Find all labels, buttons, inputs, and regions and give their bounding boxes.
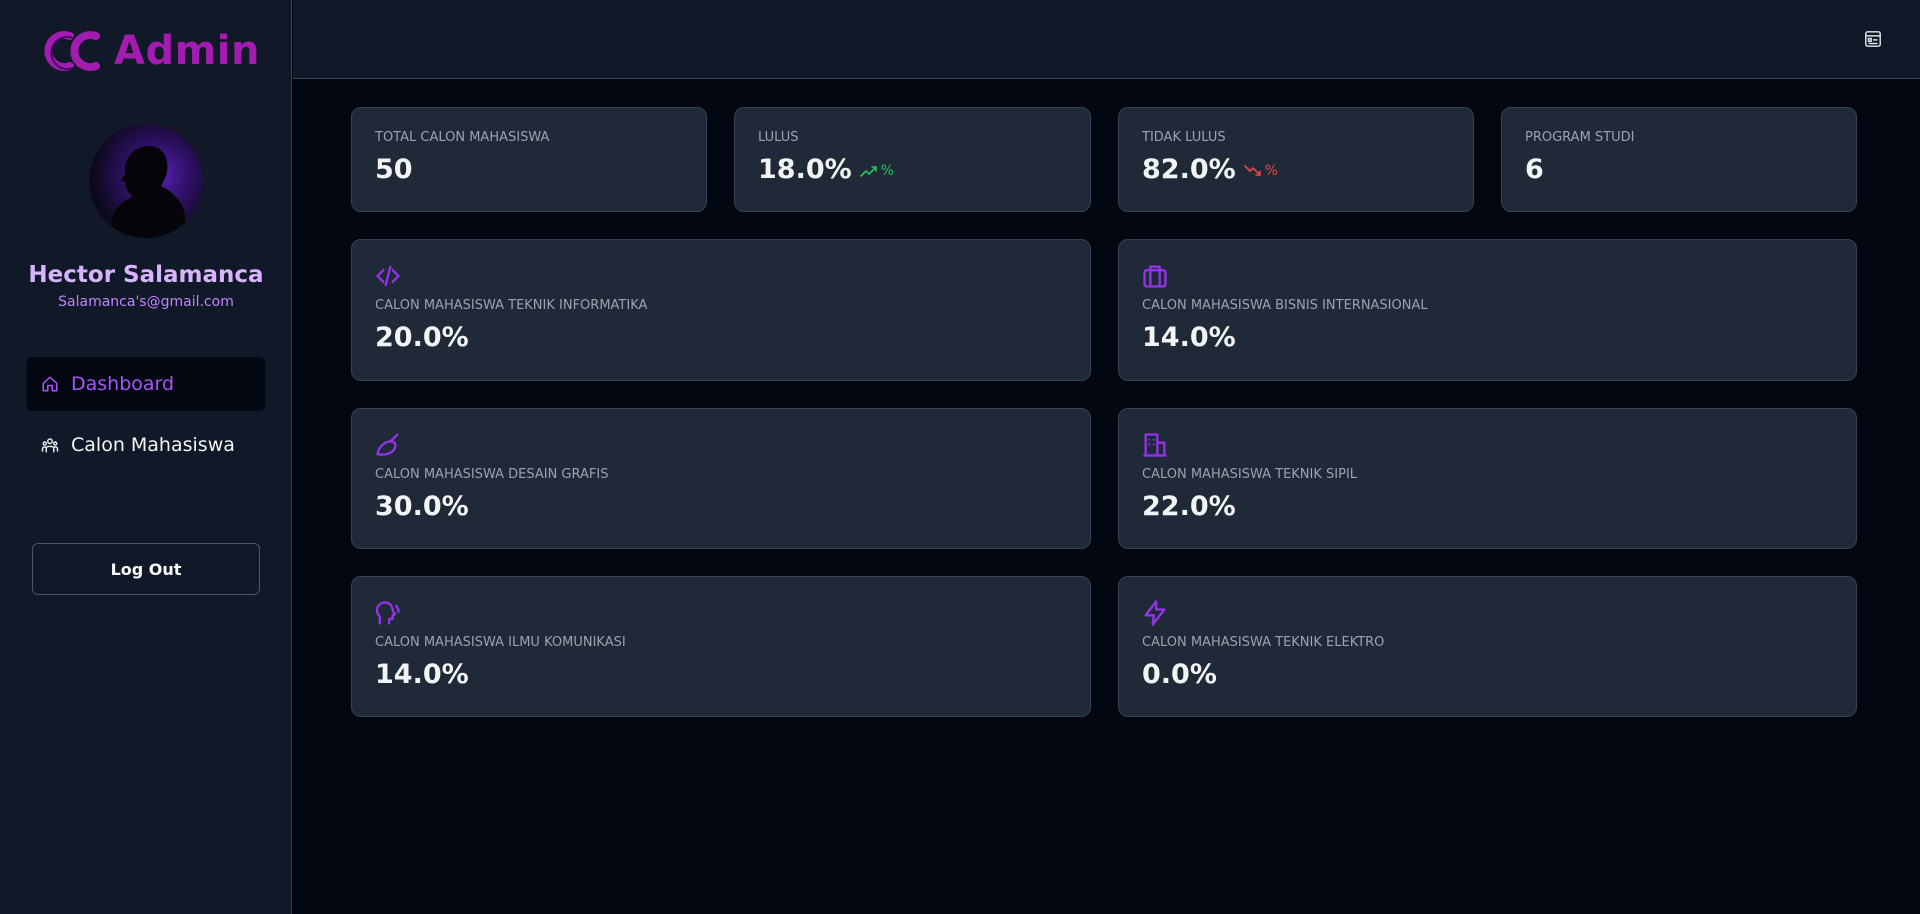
nav-item-dashboard[interactable]: Dashboard [27, 357, 265, 411]
trend-text: % [1264, 162, 1278, 179]
stat-card-tidak-lulus: TIDAK LULUS 82.0% % [1118, 107, 1474, 212]
program-label: CALON MAHASISWA BISNIS INTERNASIONAL [1142, 298, 1428, 313]
nav-item-label: Dashboard [71, 373, 175, 395]
trending-down-icon [1243, 164, 1261, 176]
program-value: 30.0% [375, 491, 469, 522]
stat-label: TIDAK LULUS [1142, 130, 1226, 145]
program-value: 14.0% [1142, 322, 1236, 353]
stat-value: 6 [1525, 154, 1544, 185]
trending-up-icon [859, 165, 877, 177]
app-logo[interactable]: Admin [40, 26, 260, 76]
speaking-head-icon [375, 601, 400, 625]
stat-value: 82.0% [1142, 154, 1236, 185]
stat-label: LULUS [758, 130, 799, 145]
nav-item-calon-mahasiswa[interactable]: Calon Mahasiswa [27, 418, 265, 472]
brush-icon [376, 433, 399, 456]
stat-label: TOTAL CALON MAHASISWA [375, 130, 550, 145]
program-value: 20.0% [375, 322, 469, 353]
program-value: 22.0% [1142, 491, 1236, 522]
stat-value-row: 18.0% % [758, 154, 894, 185]
stat-card-program-studi: PROGRAM STUDI 6 [1501, 107, 1857, 212]
code-icon [376, 265, 400, 287]
trend-up: % [859, 162, 894, 179]
trend-down: % [1243, 162, 1278, 179]
avatar [89, 124, 203, 238]
top-bar [293, 0, 1920, 79]
sidebar: Admin Hector Salamanca Salamanca's@gmail… [0, 0, 292, 914]
logo-text: Admin [114, 28, 260, 74]
briefcase-icon [1143, 265, 1167, 288]
program-card-teknik-informatika: CALON MAHASISWA TEKNIK INFORMATIKA 20.0% [351, 239, 1091, 381]
building-icon [1143, 433, 1167, 457]
program-card-teknik-elektro: CALON MAHASISWA TEKNIK ELEKTRO 0.0% [1118, 576, 1857, 717]
trend-text: % [880, 162, 894, 179]
stat-card-total: TOTAL CALON MAHASISWA 50 [351, 107, 707, 212]
users-icon [41, 438, 59, 453]
profile-name: Hector Salamanca [28, 262, 264, 288]
program-card-ilmu-komunikasi: CALON MAHASISWA ILMU KOMUNIKASI 14.0% [351, 576, 1091, 717]
stat-value: 50 [375, 154, 413, 185]
program-label: CALON MAHASISWA TEKNIK SIPIL [1142, 467, 1358, 482]
program-label: CALON MAHASISWA TEKNIK INFORMATIKA [375, 298, 648, 313]
lightning-icon [1144, 600, 1166, 626]
program-card-teknik-sipil: CALON MAHASISWA TEKNIK SIPIL 22.0% [1118, 408, 1857, 549]
stat-card-lulus: LULUS 18.0% % [734, 107, 1091, 212]
list-box-icon[interactable] [1864, 30, 1882, 48]
profile-email: Salamanca's@gmail.com [58, 294, 234, 310]
person-silhouette-icon [109, 146, 185, 238]
program-value: 0.0% [1142, 659, 1217, 690]
logout-button[interactable]: Log Out [32, 543, 260, 595]
program-label: CALON MAHASISWA ILMU KOMUNIKASI [375, 635, 626, 650]
program-card-bisnis-internasional: CALON MAHASISWA BISNIS INTERNASIONAL 14.… [1118, 239, 1857, 381]
stat-label: PROGRAM STUDI [1525, 130, 1635, 145]
home-icon [42, 376, 58, 392]
program-label: CALON MAHASISWA TEKNIK ELEKTRO [1142, 635, 1385, 650]
stat-value: 18.0% [758, 154, 852, 185]
program-label: CALON MAHASISWA DESAIN GRAFIS [375, 467, 609, 482]
program-card-desain-grafis: CALON MAHASISWA DESAIN GRAFIS 30.0% [351, 408, 1091, 549]
logo-mark-icon [44, 31, 100, 71]
stat-value-row: 82.0% % [1142, 154, 1278, 185]
nav-item-label: Calon Mahasiswa [71, 434, 235, 456]
program-value: 14.0% [375, 659, 469, 690]
